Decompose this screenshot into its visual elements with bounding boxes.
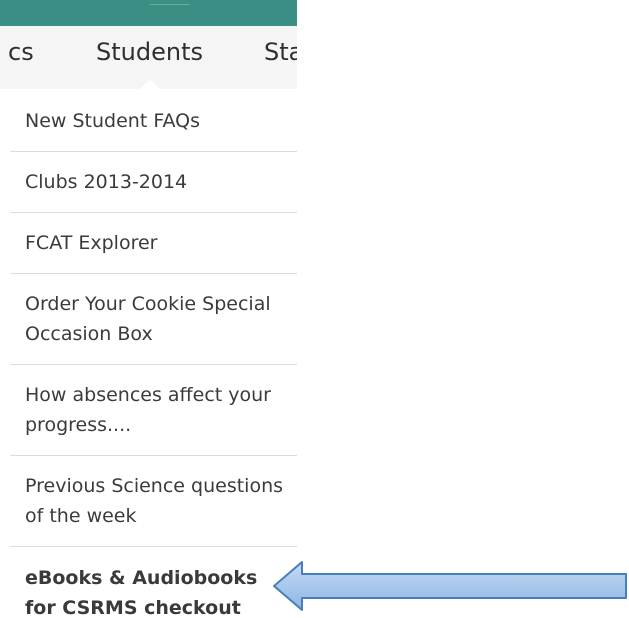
menu-item-absences[interactable]: How absences affect your progress....	[10, 365, 297, 456]
header-decoration	[150, 0, 190, 5]
site-header-band	[0, 0, 297, 26]
menu-item-label: Previous Science questions of the week	[25, 475, 284, 527]
menu-item-cookie-box[interactable]: Order Your Cookie Special Occasion Box	[10, 274, 297, 365]
students-dropdown-menu: New Student FAQs Clubs 2013-2014 FCAT Ex…	[10, 91, 297, 618]
menu-item-science-questions[interactable]: Previous Science questions of the week	[10, 456, 297, 547]
left-arrow-icon	[273, 561, 627, 611]
menu-item-label: How absences affect your progress....	[25, 384, 271, 436]
nav-item-students[interactable]: Students	[96, 38, 203, 66]
menu-item-clubs[interactable]: Clubs 2013-2014	[10, 152, 297, 213]
nav-item-partial-left[interactable]: cs	[8, 38, 34, 66]
menu-item-fcat-explorer[interactable]: FCAT Explorer	[10, 213, 297, 274]
dropdown-caret	[138, 80, 162, 90]
menu-item-label: eBooks & Audiobooks for CSRMS checkout	[25, 566, 258, 618]
nav-item-partial-right[interactable]: Sta	[264, 38, 297, 66]
menu-item-new-student-faqs[interactable]: New Student FAQs	[10, 91, 297, 152]
menu-item-label: FCAT Explorer	[25, 232, 158, 254]
screenshot-stage: cs Students Sta New Student FAQs Clubs 2…	[0, 0, 629, 618]
menu-item-label: New Student FAQs	[25, 110, 201, 132]
menu-item-label: Order Your Cookie Special Occasion Box	[25, 293, 271, 345]
menu-item-ebooks-audiobooks[interactable]: eBooks & Audiobooks for CSRMS checkout	[10, 547, 297, 618]
menu-item-label: Clubs 2013-2014	[25, 171, 188, 193]
